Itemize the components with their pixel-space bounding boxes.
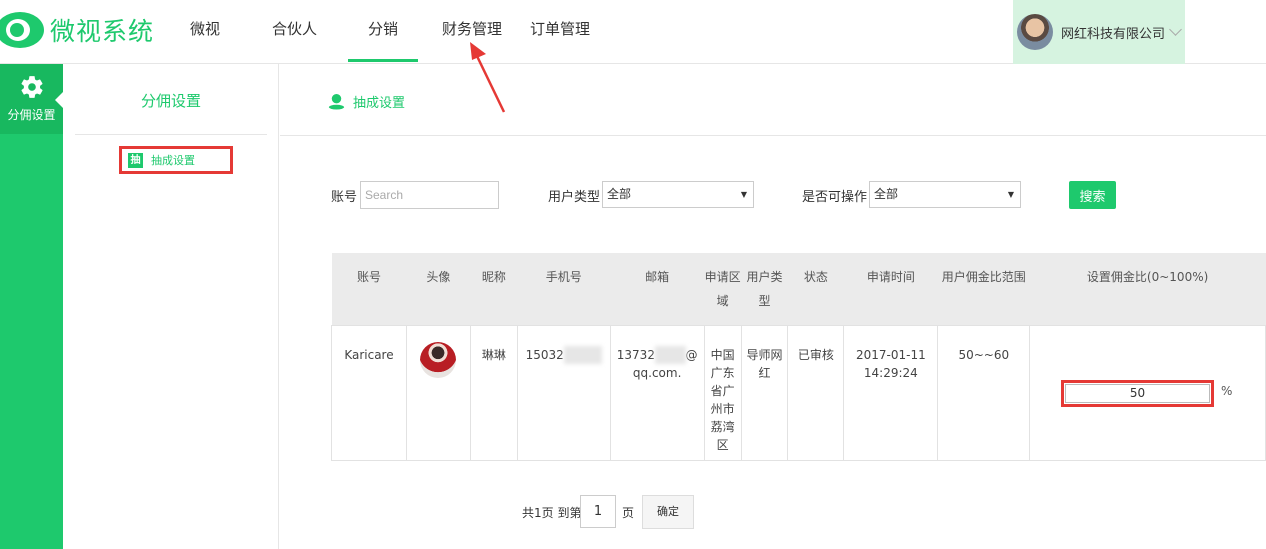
account-filter-label: 账号 bbox=[331, 190, 358, 205]
app-title: 微视系统 bbox=[50, 17, 155, 46]
cell-commission-range: 50~~60 bbox=[937, 324, 1031, 461]
top-bar: 微视系统 微视 合伙人 分销 财务管理 订单管理 网红科技有限公司 bbox=[0, 0, 1266, 64]
pagination-page-unit: 页 bbox=[622, 506, 635, 520]
column-header: 账号 bbox=[331, 253, 407, 325]
gear-icon bbox=[20, 76, 43, 98]
chevron-down-icon[interactable] bbox=[1169, 22, 1182, 36]
caret-down-icon: ▼ bbox=[1007, 190, 1014, 199]
column-header: 头像 bbox=[406, 253, 471, 325]
avatar bbox=[1017, 14, 1053, 50]
column-header: 手机号 bbox=[517, 253, 611, 325]
main-content: 抽成设置 账号 用户类型 全部 ▼ 是否可操作 全部 ▼ 搜索 账号 头像 昵称… bbox=[280, 64, 1266, 549]
column-header: 申请区域 bbox=[704, 253, 742, 325]
eye-logo-icon bbox=[0, 8, 46, 52]
column-header: 昵称 bbox=[470, 253, 518, 325]
commission-ratio-input[interactable]: 50 bbox=[1061, 380, 1214, 407]
cell-user-type: 导师网红 bbox=[740, 324, 789, 461]
user-type-select[interactable]: 全部 ▼ bbox=[602, 181, 754, 208]
column-header: 设置佣金比(0~100%) bbox=[1029, 253, 1266, 325]
operable-filter-label: 是否可操作 bbox=[802, 190, 868, 205]
column-header: 状态 bbox=[787, 253, 844, 325]
cell-apply-time: 2017-01-11 14:29:24 bbox=[843, 324, 939, 461]
sub-item-label: 抽成设置 bbox=[151, 154, 195, 167]
user-thumbnail bbox=[420, 341, 457, 378]
column-header: 用户佣金比范围 bbox=[937, 253, 1030, 325]
nav-item-weishi[interactable]: 微视 bbox=[190, 18, 220, 39]
sidebar-item-label: 分佣设置 bbox=[7, 108, 56, 122]
email-visible-part-1: 13732 bbox=[616, 347, 655, 362]
search-button[interactable]: 搜索 bbox=[1069, 181, 1116, 209]
account-search-input[interactable] bbox=[360, 181, 499, 209]
sub-item-commission-setting[interactable]: 抽 抽成设置 bbox=[119, 146, 233, 174]
percent-sign: % bbox=[1221, 384, 1233, 398]
page-number-input[interactable]: 1 bbox=[580, 495, 616, 528]
sub-panel: 分佣设置 抽 抽成设置 bbox=[63, 64, 279, 549]
cell-region: 中国广东省广州市荔湾区 bbox=[703, 324, 742, 461]
divider bbox=[75, 134, 267, 135]
column-header: 邮箱 bbox=[610, 253, 705, 325]
sidebar-item-commission-settings[interactable]: 分佣设置 bbox=[0, 64, 63, 134]
page-title-text: 抽成设置 bbox=[353, 96, 406, 111]
email-visible-part-2: @ bbox=[685, 347, 698, 362]
user-name: 网红科技有限公司 bbox=[1061, 26, 1166, 42]
user-type-filter-label: 用户类型 bbox=[548, 190, 601, 205]
operable-select-value: 全部 bbox=[874, 187, 899, 201]
user-type-select-value: 全部 bbox=[607, 187, 632, 201]
pagination-total-text: 共1页 到第 bbox=[522, 506, 582, 520]
nav-item-partner[interactable]: 合伙人 bbox=[272, 18, 317, 39]
cell-avatar bbox=[405, 324, 471, 461]
nav-item-orders[interactable]: 订单管理 bbox=[530, 18, 590, 39]
column-header: 申请时间 bbox=[843, 253, 938, 325]
cell-nickname: 琳琳 bbox=[469, 324, 518, 461]
operable-select[interactable]: 全部 ▼ bbox=[869, 181, 1021, 208]
column-header: 用户类型 bbox=[741, 253, 788, 325]
email-visible-part-3: qq.com. bbox=[632, 365, 682, 380]
phone-visible: 15032 bbox=[525, 347, 564, 362]
sub-panel-title: 分佣设置 bbox=[140, 92, 201, 110]
page-confirm-button[interactable]: 确定 bbox=[642, 495, 694, 529]
cell-status: 已审核 bbox=[787, 324, 845, 461]
cell-email: 137320000@qq.com. bbox=[609, 324, 705, 461]
chou-icon: 抽 bbox=[128, 152, 143, 168]
commission-table: 账号 头像 昵称 手机号 邮箱 申请区域 用户类型 状态 申请时间 用户佣金比范… bbox=[331, 253, 1266, 461]
divider bbox=[280, 135, 1266, 136]
cell-phone: 1503200000 bbox=[516, 324, 611, 461]
page-title: 抽成设置 bbox=[328, 92, 405, 111]
sidebar: 分佣设置 bbox=[0, 64, 63, 549]
caret-down-icon: ▼ bbox=[740, 190, 747, 199]
app-logo[interactable]: 微视系统 bbox=[0, 8, 154, 52]
cell-account: Karicare bbox=[331, 324, 407, 461]
user-pin-icon bbox=[328, 93, 345, 110]
table-header-row: 账号 头像 昵称 手机号 邮箱 申请区域 用户类型 状态 申请时间 用户佣金比范… bbox=[331, 253, 1266, 325]
nav-item-finance[interactable]: 财务管理 bbox=[442, 18, 502, 39]
nav-item-distribution[interactable]: 分销 bbox=[347, 18, 419, 62]
user-menu[interactable]: 网红科技有限公司 bbox=[1013, 0, 1185, 64]
